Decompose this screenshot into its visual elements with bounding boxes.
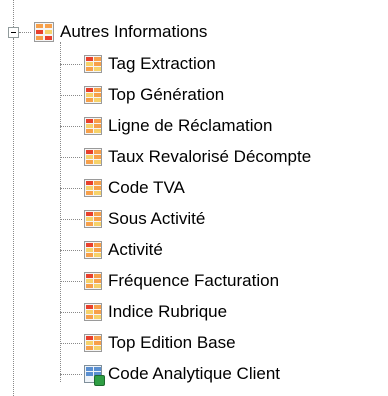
tree-node-label: Autres Informations	[60, 22, 208, 41]
tree-node-label: Top Edition Base	[108, 333, 236, 352]
tree-guide-line	[60, 374, 82, 375]
tree-guide-line	[60, 219, 82, 220]
tree-node-indice-rubrique[interactable]: Indice Rubrique	[84, 300, 227, 324]
tree-node-taux-revalorise-decompte[interactable]: Taux Revalorisé Décompte	[84, 145, 311, 169]
table-group-icon	[34, 22, 54, 42]
tree-node-label: Top Génération	[108, 85, 225, 104]
table-icon	[84, 210, 102, 228]
tree-node-ligne-de-reclamation[interactable]: Ligne de Réclamation	[84, 114, 272, 138]
collapse-toggle[interactable]	[8, 27, 19, 38]
tree-guide-line	[13, 0, 14, 27]
view-icon	[84, 365, 105, 386]
tree-guide-line	[60, 64, 82, 65]
tree-guide-line	[60, 250, 82, 251]
tree-view: Autres Informations Tag Extraction Top G…	[0, 0, 388, 396]
tree-node-tag-extraction[interactable]: Tag Extraction	[84, 52, 216, 76]
table-icon	[84, 272, 102, 290]
tree-guide-line	[60, 157, 82, 158]
tree-node-label: Code TVA	[108, 178, 185, 197]
tree-node-label: Tag Extraction	[108, 54, 216, 73]
tree-node-top-edition-base[interactable]: Top Edition Base	[84, 331, 236, 355]
table-icon	[84, 241, 102, 259]
tree-guide-line	[60, 126, 82, 127]
table-icon	[84, 303, 102, 321]
view-badge-icon	[94, 375, 105, 386]
tree-node-top-generation[interactable]: Top Génération	[84, 83, 224, 107]
tree-node-label: Ligne de Réclamation	[108, 116, 273, 135]
tree-guide-line	[60, 281, 82, 282]
table-icon	[84, 179, 102, 197]
tree-node-frequence-facturation[interactable]: Fréquence Facturation	[84, 269, 279, 293]
tree-node-label: Taux Revalorisé Décompte	[108, 147, 312, 166]
tree-node-code-tva[interactable]: Code TVA	[84, 176, 185, 200]
tree-node-label: Indice Rubrique	[108, 302, 228, 321]
tree-node-root[interactable]: Autres Informations	[34, 20, 207, 44]
table-icon	[84, 117, 102, 135]
tree-guide-line	[60, 95, 82, 96]
tree-guide-line	[60, 343, 82, 344]
tree-node-label: Fréquence Facturation	[108, 271, 280, 290]
tree-guide-line	[19, 32, 31, 33]
table-icon	[84, 86, 102, 104]
tree-node-code-analytique-client[interactable]: Code Analytique Client	[84, 362, 280, 386]
tree-guide-line	[60, 312, 82, 313]
tree-guide-line	[60, 188, 82, 189]
table-icon	[84, 55, 102, 73]
tree-guide-line	[13, 38, 14, 396]
table-icon	[84, 148, 102, 166]
tree-node-label: Code Analytique Client	[108, 364, 281, 383]
tree-node-activite[interactable]: Activité	[84, 238, 163, 262]
tree-guide-line	[60, 42, 61, 382]
table-icon	[84, 334, 102, 352]
tree-node-label: Activité	[108, 240, 163, 259]
tree-node-label: Sous Activité	[108, 209, 206, 228]
tree-node-sous-activite[interactable]: Sous Activité	[84, 207, 205, 231]
